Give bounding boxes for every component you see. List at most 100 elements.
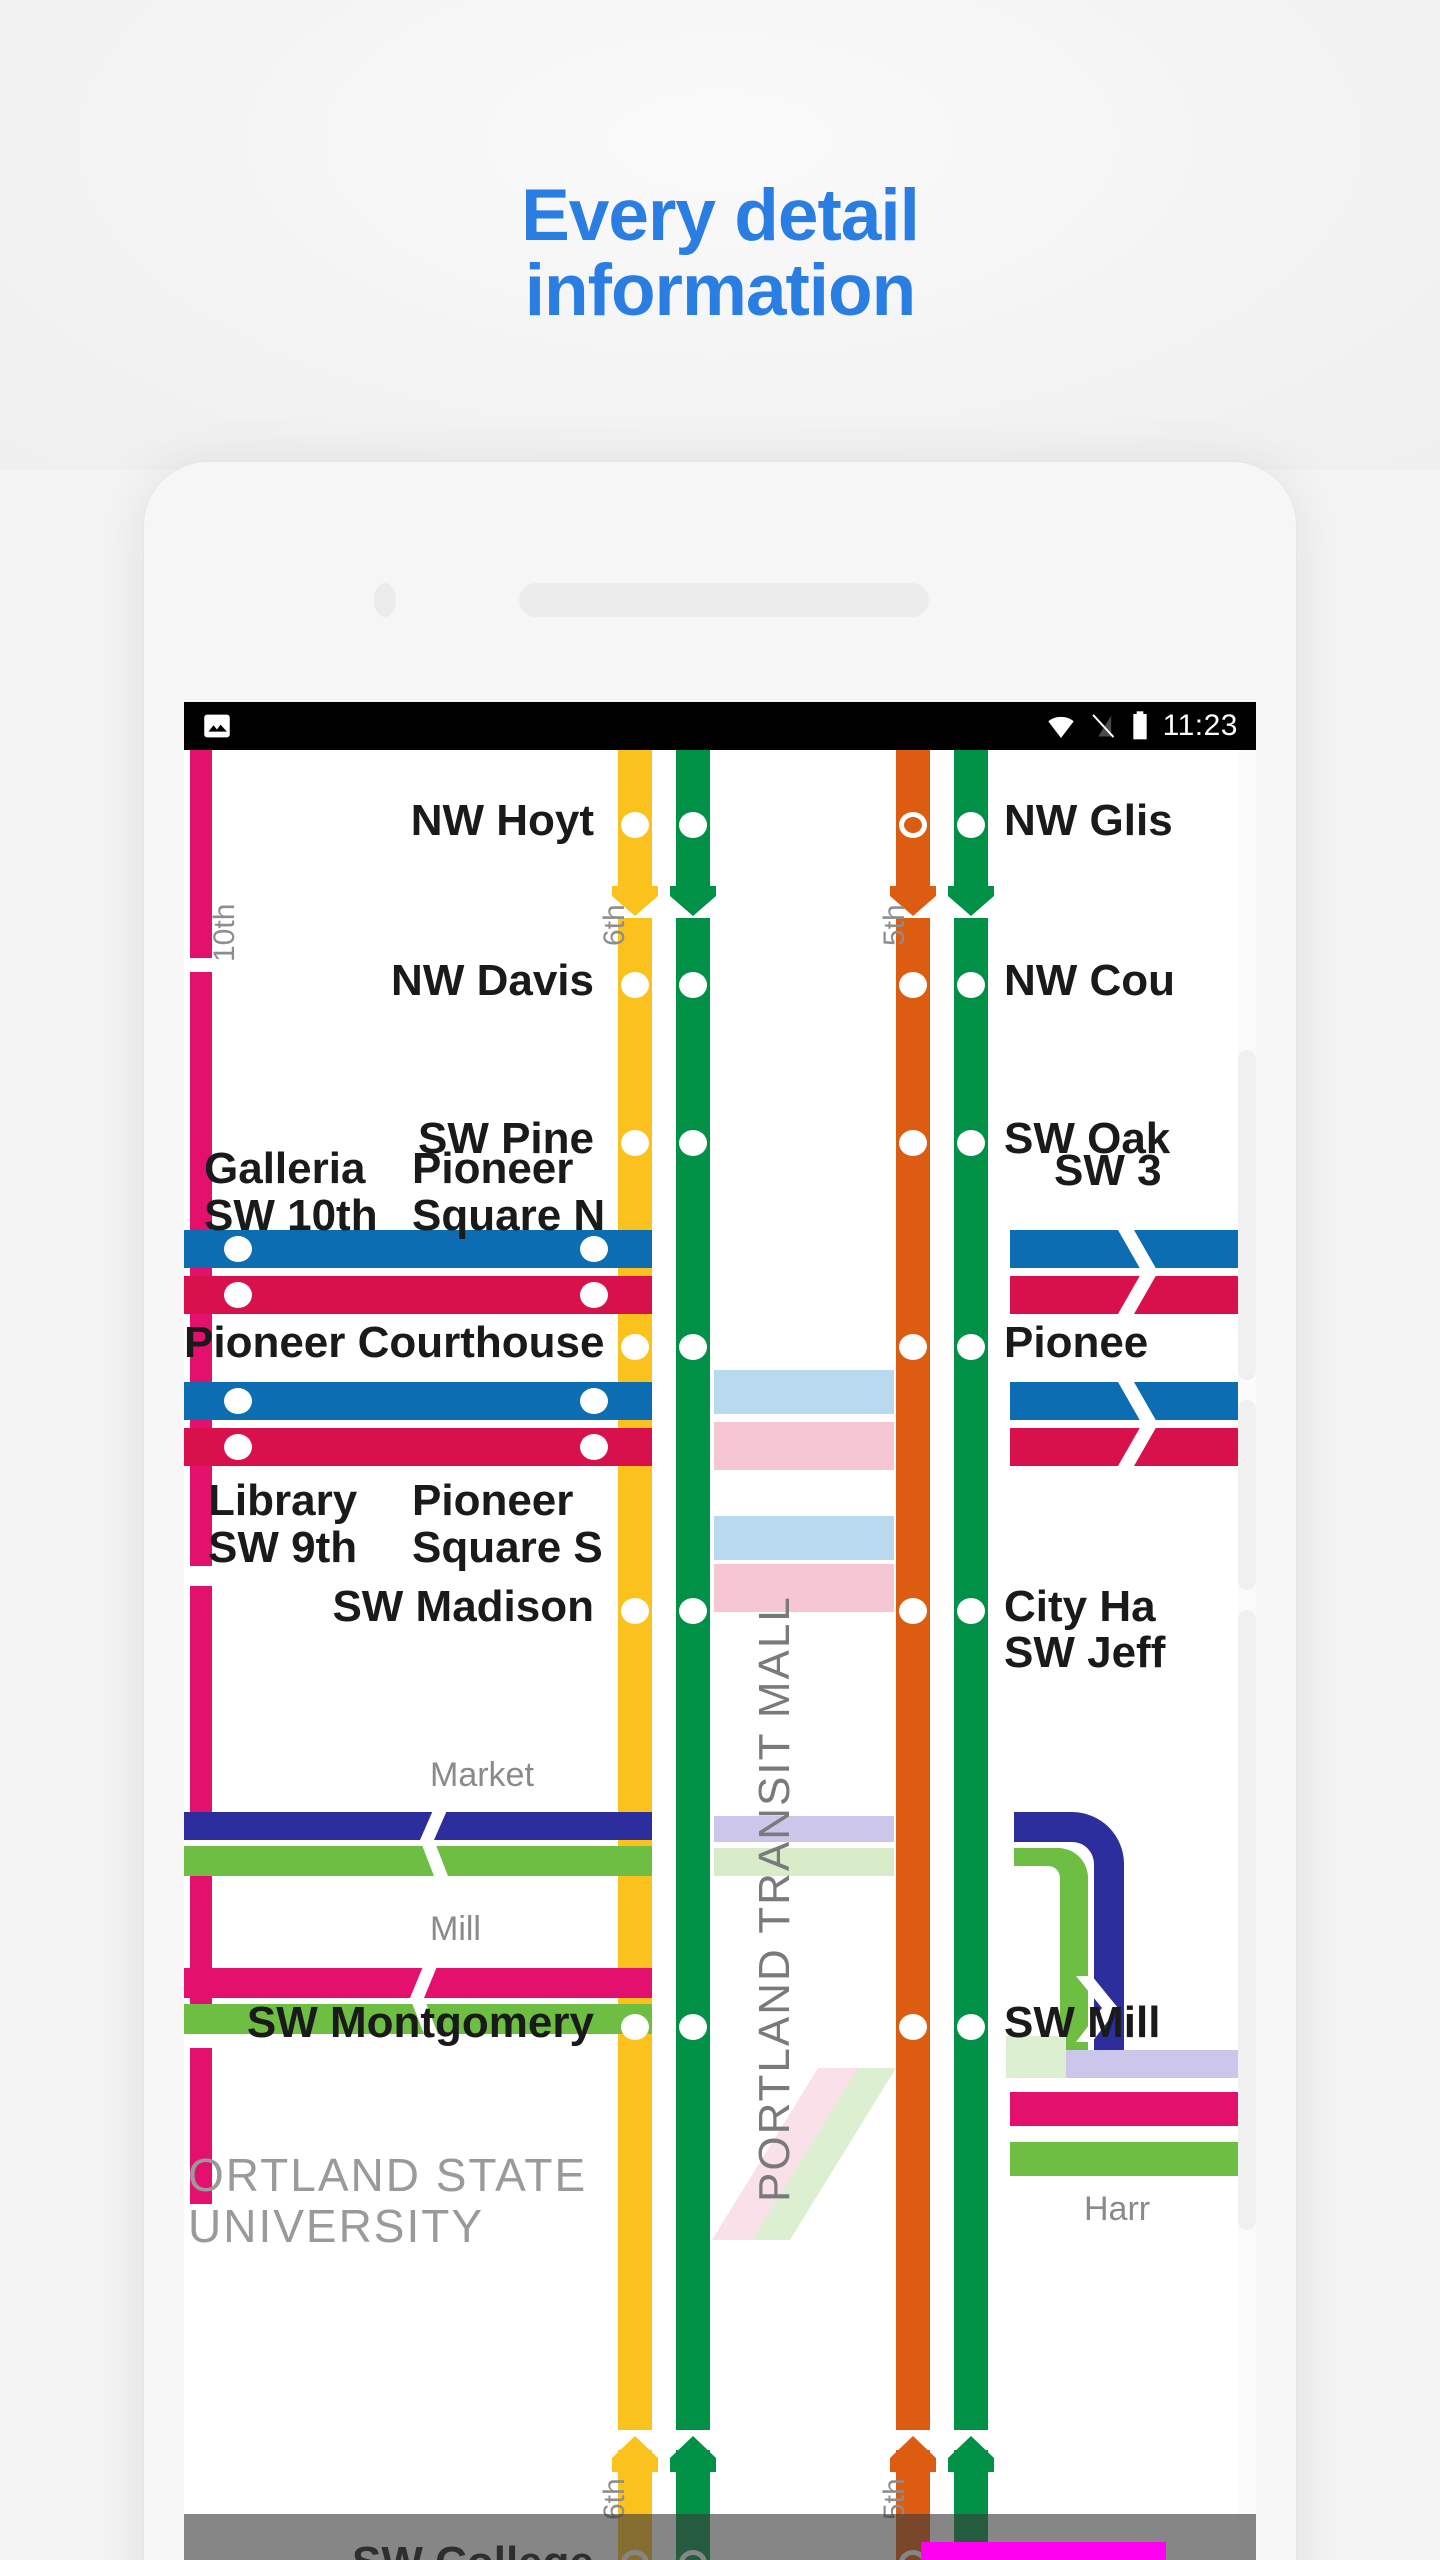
station-label-sw-jefferson[interactable]: SW Jeff xyxy=(1004,1630,1165,1676)
band-lightgreen-market xyxy=(184,1846,652,1876)
page-title-line1: Every detail xyxy=(521,175,920,256)
station-dot-green-courthouse xyxy=(679,1334,707,1360)
green-east-junction-top xyxy=(948,886,994,916)
station-label-nw-couch[interactable]: NW Cou xyxy=(1004,958,1175,1004)
faint-red-band-2 xyxy=(714,1564,894,1612)
station-dot-blue-left-2 xyxy=(224,1388,252,1414)
front-camera-icon xyxy=(374,583,396,617)
station-dot-red-left-1 xyxy=(224,1282,252,1308)
yellow-junction-bottom xyxy=(612,2436,658,2472)
station-dot-orange-couch xyxy=(899,972,927,998)
orange-junction-bottom xyxy=(890,2436,936,2472)
station-dot-green-oak xyxy=(957,1130,985,1156)
station-label-pioneer-square-n[interactable]: Pioneer Square N xyxy=(412,1144,606,1240)
green-west-junction-top xyxy=(670,886,716,916)
station-label-sw-3rd[interactable]: SW 3 xyxy=(1054,1148,1162,1194)
memo-bar[interactable]: Fill your memo here xyxy=(184,2514,1256,2560)
mall-label: PORTLAND TRANSIT MALL xyxy=(750,1595,799,2202)
station-dot-red-mid-2 xyxy=(580,1434,608,1460)
station-dot-yellow-hoyt xyxy=(621,812,649,838)
district-label: ORTLAND STATE UNIVERSITY xyxy=(188,2150,587,2251)
share-button[interactable] xyxy=(921,2542,1166,2560)
station-dot-green-couch xyxy=(957,972,985,998)
station-dot-green-montgomery xyxy=(679,2014,707,2040)
station-dot-green-pine xyxy=(679,1130,707,1156)
library-line2: SW 9th xyxy=(208,1522,358,1572)
station-dot-orange-cityhall xyxy=(899,1598,927,1624)
station-label-nw-davis[interactable]: NW Davis xyxy=(184,958,594,1004)
station-dot-orange-glisan xyxy=(899,812,927,838)
station-dot-green-glisan xyxy=(957,812,985,838)
phone-screen: 11:23 PORTLAND TRANSIT MALL NW Hoyt NW D… xyxy=(184,702,1256,2560)
station-label-pioneer-courthouse[interactable]: Pioneer Courthouse xyxy=(184,1320,605,1366)
station-label-sw-mill[interactable]: SW Mill xyxy=(1004,2000,1160,2046)
cross-label-harrison: Harr xyxy=(1084,2190,1151,2228)
station-dot-green-mill xyxy=(957,2014,985,2040)
station-dot-orange-pioneer xyxy=(899,1334,927,1360)
map-scrollbar-thumb-1[interactable] xyxy=(1238,1050,1256,1380)
band-pink-right xyxy=(1010,2092,1256,2126)
image-icon xyxy=(204,714,230,738)
station-dot-red-left-2 xyxy=(224,1434,252,1460)
station-dot-yellow-davis xyxy=(621,972,649,998)
pioneer-s-line1: Pioneer xyxy=(412,1476,574,1525)
galleria-line1: Galleria xyxy=(204,1144,366,1193)
station-label-pioneer-square-s[interactable]: Pioneer Square S xyxy=(412,1476,603,1572)
status-bar-left xyxy=(200,709,234,743)
station-label-pioneer-right[interactable]: Pionee xyxy=(1004,1320,1148,1366)
galleria-line2: SW 10th xyxy=(204,1190,378,1240)
station-dot-yellow-courthouse xyxy=(621,1334,649,1360)
green-west-junction-bottom xyxy=(670,2436,716,2472)
green-east-junction-bottom xyxy=(948,2436,994,2472)
station-dot-blue-mid-1 xyxy=(580,1236,608,1262)
station-dot-orange-mill xyxy=(899,2014,927,2040)
hero-section: Every detail information xyxy=(0,0,1440,470)
phone-bezel-top xyxy=(144,462,1296,702)
station-dot-blue-left-1 xyxy=(224,1236,252,1262)
station-dot-yellow-pine xyxy=(621,1130,649,1156)
station-label-galleria[interactable]: Galleria SW 10th xyxy=(204,1144,378,1240)
station-dot-blue-mid-2 xyxy=(580,1388,608,1414)
faint-green-band xyxy=(714,1848,894,1876)
station-dot-yellow-madison xyxy=(621,1598,649,1624)
map-scrollbar-track[interactable] xyxy=(1238,750,1256,2560)
status-bar-clock: 11:23 xyxy=(1162,709,1238,742)
district-line1: ORTLAND STATE xyxy=(188,2149,588,2201)
status-bar: 11:23 xyxy=(184,702,1256,750)
station-label-library[interactable]: Library SW 9th xyxy=(208,1476,358,1572)
station-dot-yellow-montgomery xyxy=(621,2014,649,2040)
station-label-city-hall[interactable]: City Ha xyxy=(1004,1584,1156,1630)
wifi-icon xyxy=(1047,716,1074,738)
station-label-nw-glisan[interactable]: NW Glis xyxy=(1004,798,1173,844)
station-dot-green-cityhall xyxy=(957,1598,985,1624)
station-dot-orange-oak xyxy=(899,1130,927,1156)
station-dot-green-hoyt xyxy=(679,812,707,838)
phone-mockup: 11:23 PORTLAND TRANSIT MALL NW Hoyt NW D… xyxy=(144,462,1296,2560)
signal-off-icon xyxy=(1091,714,1114,738)
station-label-sw-madison[interactable]: SW Madison xyxy=(184,1584,594,1630)
faint-diagonal-bands xyxy=(712,2068,896,2240)
map-scrollbar-thumb-2[interactable] xyxy=(1238,1400,1256,1590)
right-band-chevron-2 xyxy=(1118,1382,1158,1466)
pioneer-n-line2: Square N xyxy=(412,1190,606,1240)
earpiece-speaker xyxy=(519,583,929,617)
faint-blue-band-2 xyxy=(714,1516,894,1560)
library-line1: Library xyxy=(208,1476,358,1525)
right-band-chevron-1 xyxy=(1118,1230,1158,1314)
station-label-nw-hoyt[interactable]: NW Hoyt xyxy=(184,798,594,844)
station-label-sw-montgomery[interactable]: SW Montgomery xyxy=(184,2000,594,2046)
map-scrollbar-thumb-3[interactable] xyxy=(1238,1610,1256,2230)
transit-map[interactable]: PORTLAND TRANSIT MALL NW Hoyt NW Davis S… xyxy=(184,750,1256,2560)
faint-red-band-1 xyxy=(714,1422,894,1470)
market-band-chevron xyxy=(420,1808,448,1876)
pioneer-s-line2: Square S xyxy=(412,1522,603,1572)
status-bar-right: 11:23 xyxy=(1045,709,1238,743)
station-dot-green-madison xyxy=(679,1598,707,1624)
avenue-label-5th-top: 5th xyxy=(878,904,911,946)
faint-navy-band xyxy=(714,1816,894,1842)
avenue-label-10th: 10th xyxy=(208,903,241,962)
pioneer-n-line1: Pioneer xyxy=(412,1144,574,1193)
faint-blue-band-1 xyxy=(714,1370,894,1414)
page-title-line2: information xyxy=(524,250,916,332)
station-dot-green-pioneer xyxy=(957,1334,985,1360)
